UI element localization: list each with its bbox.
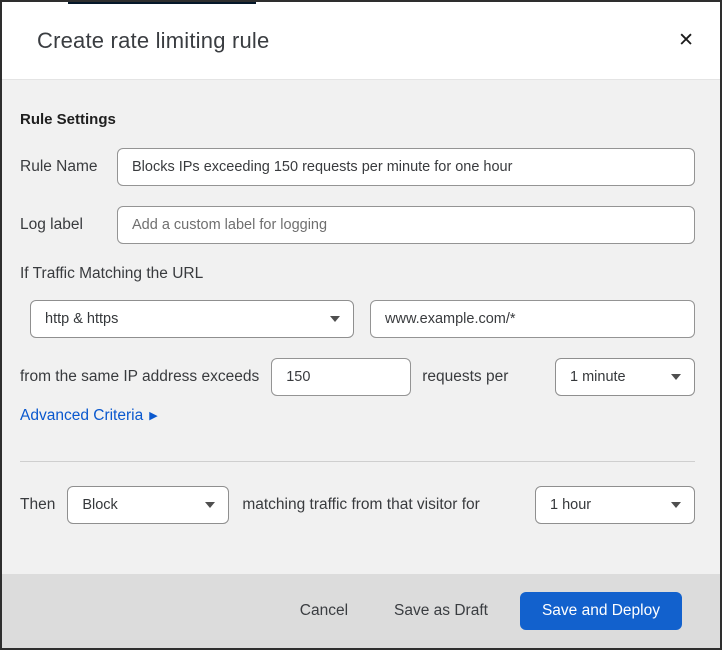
scheme-select-value: http & https [45,311,119,327]
chevron-down-icon [205,502,216,508]
chevron-down-icon [671,502,681,508]
action-select-value: Block [82,497,118,513]
period-select[interactable]: 1 minute [555,358,695,396]
action-row: Then Block matching traffic from that vi… [20,486,695,524]
period-select-value: 1 minute [570,369,626,385]
requests-per-text: requests per [422,368,509,385]
action-select[interactable]: Block [67,486,230,524]
rule-settings-heading: Rule Settings [20,111,116,128]
rule-name-label: Rule Name [20,158,98,175]
advanced-criteria-label: Advanced Criteria [20,407,144,424]
request-count-input[interactable] [271,358,412,396]
duration-select[interactable]: 1 hour [535,486,695,524]
scheme-select[interactable]: http & https [30,300,354,338]
log-label-input[interactable] [117,206,695,244]
chevron-down-icon [671,374,681,380]
advanced-criteria-link[interactable]: Advanced Criteria ▶ [20,407,158,425]
section-divider [20,461,695,462]
threshold-prefix-text: from the same IP address exceeds [20,368,260,385]
rule-name-row: Rule Name [20,148,695,186]
create-rate-limiting-rule-dialog: Create rate limiting rule ✕ Rule Setting… [0,0,722,650]
dialog-footer: Cancel Save as Draft Save and Deploy [2,574,720,648]
then-label: Then [20,496,56,513]
save-as-draft-button[interactable]: Save as Draft [380,594,502,628]
log-label-row: Log label [20,206,695,244]
top-accent-bar [68,2,256,4]
url-input[interactable] [370,300,695,338]
close-icon[interactable]: ✕ [672,25,700,56]
cancel-button[interactable]: Cancel [286,594,362,628]
threshold-row: from the same IP address exceeds request… [20,358,695,396]
dialog-header: Create rate limiting rule ✕ [2,2,720,80]
duration-select-value: 1 hour [550,497,592,513]
save-and-deploy-button[interactable]: Save and Deploy [519,592,682,630]
url-match-row: http & https [20,300,695,338]
dialog-title: Create rate limiting rule [37,27,270,53]
chevron-down-icon [330,316,340,322]
rule-name-input[interactable] [117,148,695,186]
dialog-body: Rule Settings Rule Name Log label If Tra… [2,80,720,574]
triangle-right-icon: ▶ [149,409,158,422]
traffic-match-sentence: If Traffic Matching the URL [20,265,204,282]
log-label-label: Log label [20,216,83,233]
matching-traffic-text: matching traffic from that visitor for [242,496,480,513]
